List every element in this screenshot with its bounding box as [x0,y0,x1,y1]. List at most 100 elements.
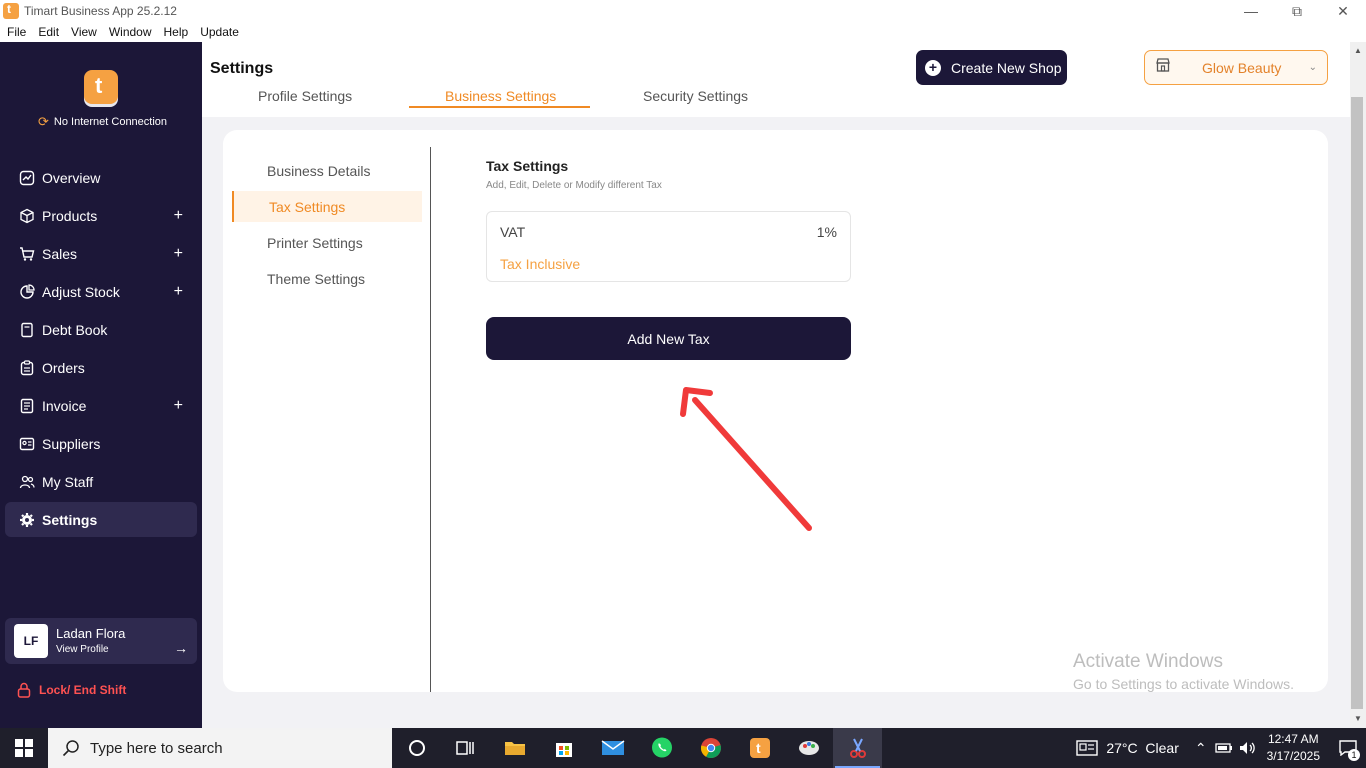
sidebar-item-invoice[interactable]: Invoice + [5,388,197,423]
expand-plus-icon[interactable]: + [174,397,183,415]
connection-label: No Internet Connection [53,116,168,128]
create-new-shop-button[interactable]: + Create New Shop [916,50,1067,85]
tab-business-settings[interactable]: Business Settings [445,88,556,104]
lock-label: Lock/ End Shift [39,683,127,697]
expand-plus-icon[interactable]: + [174,245,183,263]
watermark-subtitle: Go to Settings to activate Windows. [1073,676,1294,692]
vertical-scrollbar[interactable]: ▲ ▼ [1350,42,1366,728]
scroll-up-icon[interactable]: ▲ [1354,46,1362,55]
sidebar-item-label: Sales [42,245,78,262]
profile-card[interactable]: LF Ladan Flora View Profile → [5,618,197,664]
windows-start-button[interactable] [0,728,48,768]
sidebar-item-label: Suppliers [42,435,101,452]
window-controls: — ⧉ ✕ [1228,0,1366,22]
battery-icon[interactable] [1214,741,1233,755]
scroll-down-icon[interactable]: ▼ [1354,714,1362,723]
sidebar-item-adjust-stock[interactable]: Adjust Stock + [5,274,197,309]
app-icon [3,2,19,19]
business-settings-nav: Business Details Tax Settings Printer Se… [232,155,422,299]
tax-type: Tax Inclusive [500,256,581,272]
section-subtitle: Add, Edit, Delete or Modify different Ta… [486,180,662,191]
sidebar-item-suppliers[interactable]: Suppliers [5,426,197,461]
tab-security-settings[interactable]: Security Settings [643,88,748,104]
subnav-printer-settings[interactable]: Printer Settings [232,227,422,258]
subnav-tax-settings[interactable]: Tax Settings [232,191,422,222]
avatar: LF [14,624,48,658]
people-icon [19,474,35,490]
restore-icon[interactable]: ⧉ [1274,0,1320,22]
sidebar-item-label: Products [42,207,98,224]
tab-profile-settings[interactable]: Profile Settings [258,88,352,104]
sidebar-item-overview[interactable]: Overview [5,160,197,195]
notification-count: 1 [1348,749,1360,761]
taskbar: Type here to search t 27°C Clear ⌃ 12:47… [0,728,1366,768]
taskbar-search[interactable]: Type here to search [48,728,392,768]
menu-window[interactable]: Window [109,25,152,39]
vertical-divider [430,147,431,692]
notification-center-icon[interactable]: 1 [1330,728,1366,768]
tax-rate: 1% [816,224,837,240]
subnav-business-details[interactable]: Business Details [232,155,422,186]
minimize-icon[interactable]: — [1228,0,1274,22]
active-tab-indicator [409,106,590,108]
search-placeholder: Type here to search [90,739,223,757]
expand-plus-icon[interactable]: + [174,207,183,225]
sidebar-item-orders[interactable]: Orders [5,350,197,385]
view-profile-link[interactable]: View Profile [56,644,109,655]
sidebar: ⟳ No Internet Connection Overview Produc… [0,42,202,728]
shop-selector[interactable]: Glow Beauty ⌄ [1144,50,1328,85]
window-title: Timart Business App 25.2.12 [24,4,177,18]
windows-logo-icon [15,739,33,757]
plus-circle-icon: + [925,59,941,76]
sidebar-item-settings[interactable]: Settings [5,502,197,537]
clock-time: 12:47 AM [1267,732,1319,746]
menu-view[interactable]: View [71,25,97,39]
weather-text[interactable]: 27°C Clear [1106,740,1179,756]
timart-logo [84,70,118,104]
sidebar-item-debt-book[interactable]: Debt Book [5,312,197,347]
sidebar-item-products[interactable]: Products + [5,198,197,233]
close-icon[interactable]: ✕ [1320,0,1366,22]
scrollbar-thumb[interactable] [1351,97,1363,709]
lock-end-shift-button[interactable]: Lock/ End Shift [17,682,126,698]
sidebar-item-sales[interactable]: Sales + [5,236,197,271]
sidebar-item-label: Invoice [42,397,87,414]
volume-icon[interactable] [1239,740,1257,756]
clock[interactable]: 12:47 AM 3/17/2025 [1267,731,1320,765]
news-widget-icon[interactable] [1076,740,1099,756]
arrow-right-icon[interactable]: → [174,640,188,656]
connection-status: ⟳ No Internet Connection [38,114,167,130]
settings-card: Business Details Tax Settings Printer Se… [223,130,1328,692]
chrome-icon[interactable] [686,728,735,768]
store-icon [1155,57,1171,78]
sidebar-item-my-staff[interactable]: My Staff [5,464,197,499]
tax-entry-card[interactable]: VAT 1% Tax Inclusive [486,211,851,282]
cart-icon [19,246,35,262]
cortana-icon[interactable] [392,728,441,768]
page-title: Settings [210,60,274,77]
store-app-icon[interactable] [539,728,588,768]
task-view-icon[interactable] [441,728,490,768]
menu-help[interactable]: Help [164,25,189,39]
sidebar-nav: Overview Products + Sales + Adjust Stock… [5,160,197,540]
menu-update[interactable]: Update [200,25,239,39]
book-icon [19,322,35,338]
mail-icon[interactable] [588,728,637,768]
profile-name: Ladan Flora [56,626,126,641]
subnav-theme-settings[interactable]: Theme Settings [232,263,422,294]
paint-app-icon[interactable] [784,728,833,768]
chevron-up-icon[interactable]: ⌃ [1195,740,1207,757]
gear-icon [19,512,35,528]
add-new-tax-button[interactable]: Add New Tax [486,317,851,360]
whatsapp-icon[interactable] [637,728,686,768]
menu-file[interactable]: File [7,25,26,39]
timart-app-icon[interactable]: t [735,728,784,768]
expand-plus-icon[interactable]: + [174,283,183,301]
menu-edit[interactable]: Edit [38,25,59,39]
file-explorer-icon[interactable] [490,728,539,768]
shop-name: Glow Beauty [1202,59,1282,76]
invoice-icon [19,398,35,414]
system-tray: 27°C Clear ⌃ 12:47 AM 3/17/2025 1 [1076,728,1366,768]
box-icon [19,208,35,224]
snipping-tool-icon[interactable] [833,728,882,768]
